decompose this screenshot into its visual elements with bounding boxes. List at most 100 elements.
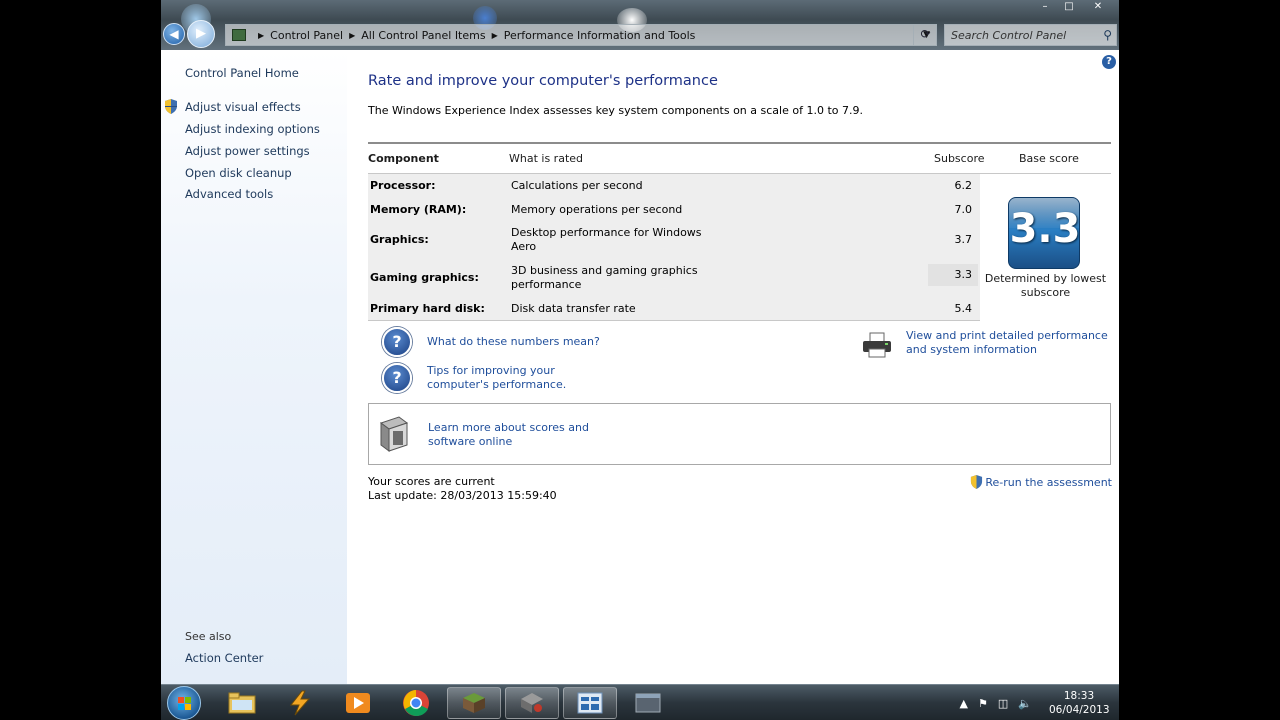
base-score-value: 3.3 [1009, 206, 1080, 252]
subscore-value: 3.7 [954, 233, 973, 246]
chevron-right-icon[interactable]: ▶ [492, 31, 498, 40]
taskbar-app-6[interactable] [505, 687, 559, 719]
question-icon: ? [382, 363, 412, 393]
base-score-tile: 3.3 [1008, 197, 1080, 269]
help-icon: ? [1106, 56, 1112, 67]
learn-more-box: Learn more about scores and software onl… [368, 403, 1111, 465]
rated-description: 3D business and gaming graphics performa… [511, 264, 698, 291]
sidebar-item-open-disk-cleanup[interactable]: Open disk cleanup [185, 166, 292, 180]
question-icon: ? [382, 327, 412, 357]
maximize-button[interactable]: □ [1057, 0, 1081, 15]
header-what-is-rated: What is rated [509, 152, 584, 165]
arrow-right-icon: ▶ [196, 26, 206, 41]
rated-description: Desktop performance for Windows Aero [511, 226, 702, 253]
base-score-caption: Determined by lowest subscore [984, 272, 1107, 299]
breadcrumb-performance[interactable]: Performance Information and Tools [504, 29, 696, 42]
component-name: Memory (RAM): [370, 203, 467, 216]
refresh-button[interactable]: ⟳ [913, 24, 937, 46]
subscore-value: 5.4 [954, 302, 973, 315]
scores-status: Your scores are current [368, 475, 495, 488]
rerun-assessment-label[interactable]: Re-run the assessment [985, 476, 1112, 489]
start-button[interactable] [167, 686, 201, 720]
show-hidden-icons-button[interactable]: ▲ [960, 697, 968, 710]
taskbar-windows-explorer[interactable] [215, 687, 269, 719]
taskbar-media-player[interactable] [331, 687, 385, 719]
play-icon [346, 693, 370, 713]
control-panel-icon [232, 29, 246, 41]
clock-time: 18:33 [1063, 690, 1095, 702]
forward-button[interactable]: ▶ [187, 20, 215, 48]
rated-description: Disk data transfer rate [511, 302, 636, 315]
last-update: Last update: 28/03/2013 15:59:40 [368, 489, 557, 502]
window: ◀ ▶ ▶ Control Panel ▶ All Control Panel … [161, 0, 1119, 720]
taskbar: ▲ ⚑ ◫ 🔈 18:33 06/04/2013 [161, 684, 1119, 720]
taskbar-winamp[interactable] [273, 687, 327, 719]
divider [368, 142, 1111, 144]
page-title: Rate and improve your computer's perform… [368, 73, 718, 89]
rated-description: Memory operations per second [511, 203, 683, 216]
performance-window-icon [577, 692, 603, 714]
breadcrumb-all-items[interactable]: All Control Panel Items [361, 29, 485, 42]
link-tips-improving-performance[interactable]: Tips for improving your computer's perfo… [427, 364, 617, 392]
sidebar-item-adjust-power-settings[interactable]: Adjust power settings [185, 144, 310, 158]
minimize-button[interactable]: – [1033, 0, 1057, 15]
grass-block-icon [463, 693, 485, 713]
header-base-score: Base score [1019, 152, 1079, 165]
table-body: Processor: Calculations per second 6.2 M… [368, 173, 1111, 322]
link-what-do-numbers-mean[interactable]: What do these numbers mean? [427, 335, 600, 349]
link-learn-more-online[interactable]: Learn more about scores and software onl… [428, 421, 638, 449]
sidebar-item-control-panel-home[interactable]: Control Panel Home [185, 66, 299, 80]
header-component: Component [368, 152, 439, 165]
sidebar-item-adjust-visual-effects[interactable]: Adjust visual effects [185, 100, 301, 114]
printer-icon [863, 332, 891, 358]
taskbar-control-panel[interactable] [563, 687, 617, 719]
taskbar-app-8[interactable] [621, 687, 675, 719]
sidebar-item-action-center[interactable]: Action Center [185, 651, 263, 665]
close-button[interactable]: ✕ [1081, 0, 1115, 15]
search-placeholder: Search Control Panel [951, 29, 1067, 42]
chevron-right-icon[interactable]: ▶ [349, 31, 355, 40]
window-controls: – □ ✕ [1033, 0, 1115, 15]
chrome-icon [403, 690, 429, 716]
clock[interactable]: 18:33 06/04/2013 [1049, 689, 1110, 717]
sidebar-item-adjust-indexing-options[interactable]: Adjust indexing options [185, 122, 320, 136]
search-icon[interactable]: ⚲ [1103, 28, 1112, 42]
see-also-heading: See also [185, 630, 232, 643]
system-tray: ▲ ⚑ ◫ 🔈 18:33 06/04/2013 [955, 685, 1110, 720]
lightning-bolt-icon [289, 690, 311, 716]
rerun-assessment-link[interactable]: Re-run the assessment [970, 475, 1112, 489]
component-name: Processor: [370, 179, 436, 192]
link-view-print-details[interactable]: View and print detailed performance and … [906, 329, 1116, 357]
component-name: Gaming graphics: [370, 271, 479, 284]
rated-description: Calculations per second [511, 179, 643, 192]
address-bar[interactable]: ▶ Control Panel ▶ All Control Panel Item… [225, 24, 937, 46]
volume-icon[interactable]: 🔈 [1018, 697, 1032, 710]
action-center-flag-icon[interactable]: ⚑ [978, 697, 988, 710]
chevron-right-icon[interactable]: ▶ [258, 31, 264, 40]
network-icon[interactable]: ◫ [998, 697, 1008, 710]
breadcrumb-control-panel[interactable]: Control Panel [270, 29, 343, 42]
uac-shield-icon [971, 475, 983, 489]
header-subscore: Subscore [934, 152, 985, 165]
subscore-value-lowest: 3.3 [928, 264, 978, 286]
software-box-icon [379, 416, 409, 452]
arrow-left-icon: ◀ [169, 27, 179, 41]
sidebar-item-advanced-tools[interactable]: Advanced tools [185, 187, 273, 201]
subscore-value: 7.0 [954, 203, 973, 216]
back-button[interactable]: ◀ [163, 23, 185, 45]
taskbar-minecraft[interactable] [447, 687, 501, 719]
help-button[interactable]: ? [1102, 55, 1116, 69]
folder-icon [228, 692, 256, 714]
taskbar-google-chrome[interactable] [389, 687, 443, 719]
search-input[interactable]: Search Control Panel ⚲ [944, 24, 1117, 46]
uac-shield-icon [165, 99, 177, 114]
sidebar: Control Panel Home Adjust visual effects… [161, 50, 347, 684]
component-name: Graphics: [370, 233, 429, 246]
base-score-panel: 3.3 Determined by lowest subscore [980, 174, 1111, 322]
app-icon [521, 693, 543, 713]
window-icon [635, 693, 661, 713]
refresh-icon: ⟳ [920, 27, 931, 41]
clock-date: 06/04/2013 [1049, 704, 1110, 716]
subscore-value: 6.2 [954, 179, 973, 192]
intro-text: The Windows Experience Index assesses ke… [368, 104, 863, 117]
